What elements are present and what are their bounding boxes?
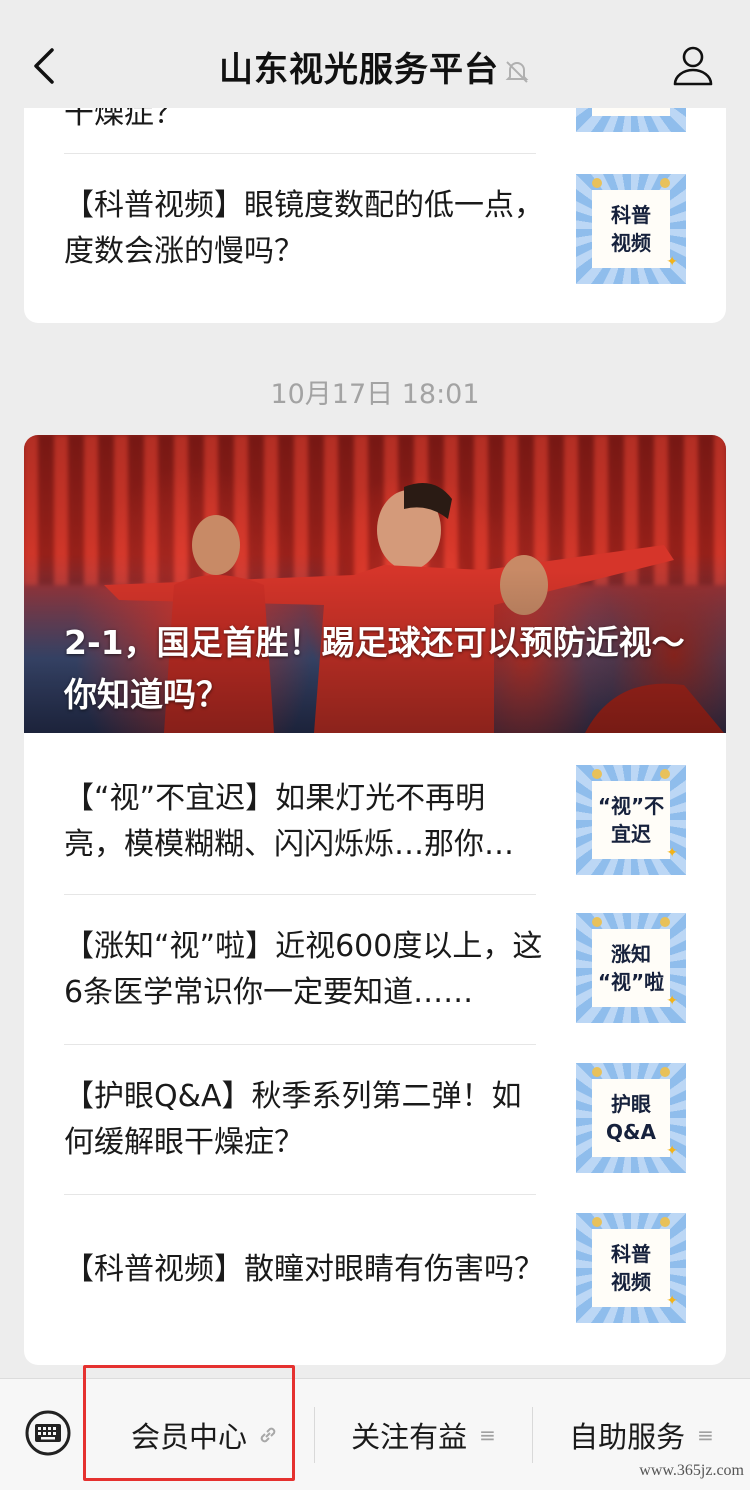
list-item[interactable]: 【科普视频】散瞳对眼睛有伤害吗？ 科普 视频 ✦ [64,1195,686,1345]
mute-bell-icon [505,60,529,83]
page-title: 山东视光服务平台 [0,42,750,91]
menu-label: 关注有益 [351,1419,468,1454]
menu-lines-icon: ≡ [479,1422,496,1447]
article-thumbnail: “视”不 宜迟 ✦ [576,765,686,875]
highlight-box [83,1365,295,1481]
article-title: 【涨知“视”啦】近视600度以上，这6条医学常识你一定要知道…… [64,929,543,1010]
hero-title: 2-1，国足首胜！踢足球还可以预防近视～你知道吗？ [64,623,685,714]
article-thumbnail: 护眼 Q&A ✦ [576,1063,686,1173]
nav-bar: 山东视光服务平台 [0,0,750,108]
menu-label: 自助服务 [569,1419,686,1454]
menu-follow-benefits[interactable]: 关注有益 ≡ [315,1379,532,1490]
hero-article[interactable]: 2-1，国足首胜！踢足球还可以预防近视～你知道吗？ [24,435,726,733]
menu-lines-icon: ≡ [697,1422,714,1447]
article-title: 【科普视频】眼镜度数配的低一点，度数会涨的慢吗？ [64,188,544,269]
watermark: www.365jz.com [639,1462,744,1479]
keyboard-toggle-icon[interactable] [24,1409,72,1457]
profile-icon[interactable] [672,44,714,86]
article-title: 【护眼Q&A】秋季系列第二弹！如何缓解眼干燥症？ [64,1079,522,1160]
article-thumbnail: 科普 视频 ✦ [576,174,686,284]
list-item[interactable]: 【“视”不宜迟】如果灯光不再明亮，模模糊糊、闪闪烁烁…那你… “视”不 宜迟 ✦ [64,747,686,897]
article-thumbnail: 科普 视频 ✦ [576,1213,686,1323]
list-item[interactable]: 【科普视频】眼镜度数配的低一点，度数会涨的慢吗？ 科普 视频 ✦ [64,154,686,304]
list-item[interactable]: 【涨知“视”啦】近视600度以上，这6条医学常识你一定要知道…… 涨知 “视”啦… [64,895,686,1045]
article-thumbnail: 涨知 “视”啦 ✦ [576,913,686,1023]
account-name: 山东视光服务平台 [219,50,499,90]
article-title: 【“视”不宜迟】如果灯光不再明亮，模模糊糊、闪闪烁烁…那你… [64,781,514,862]
message-timestamp: 10月17日 18:01 [270,379,480,410]
article-title: 【科普视频】散瞳对眼睛有伤害吗？ [64,1252,544,1287]
list-item[interactable]: 【护眼Q&A】秋季系列第二弹！如何缓解眼干燥症？ 护眼 Q&A ✦ [64,1045,686,1195]
article-card: 2-1，国足首胜！踢足球还可以预防近视～你知道吗？ 【“视”不宜迟】如果灯光不再… [24,435,726,1365]
